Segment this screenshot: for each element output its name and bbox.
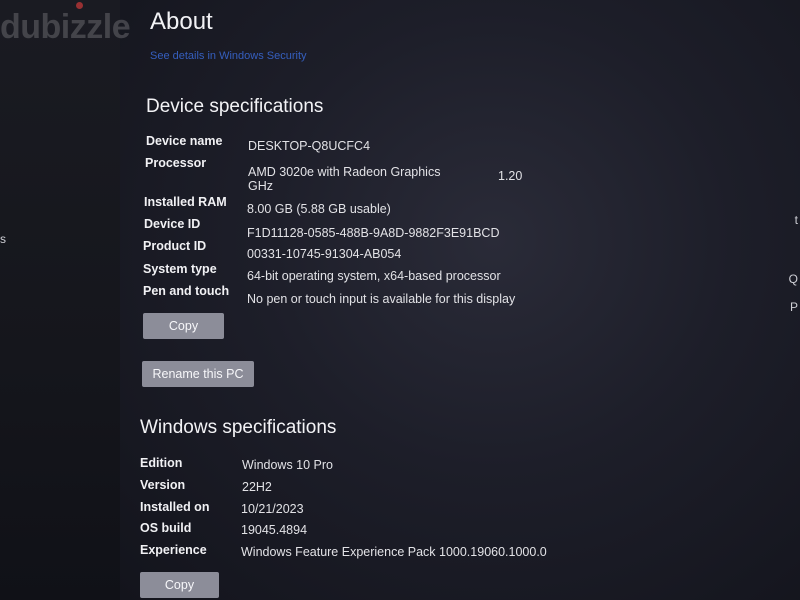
experience-label: Experience (140, 543, 207, 557)
right-edge-glyph: t (794, 213, 798, 227)
product-id-label: Product ID (143, 239, 207, 253)
copy-button-label: Copy (164, 578, 195, 592)
rename-button-label: Rename this PC (152, 367, 244, 381)
system-type-label: System type (143, 262, 217, 276)
watermark-pin-icon (76, 2, 83, 9)
installed-ram-value: 8.00 GB (5.88 GB usable) (247, 202, 391, 216)
right-edge-fragments: t Q P (782, 0, 800, 600)
windows-security-link[interactable]: See details in Windows Security (150, 50, 307, 62)
page-title: About (150, 8, 213, 35)
settings-nav-pane: s (0, 0, 120, 600)
dubizzle-watermark: dubizzle (0, 2, 131, 47)
device-name-value: DESKTOP-Q8UCFC4 (248, 139, 371, 153)
version-label: Version (140, 478, 186, 492)
pen-touch-label: Pen and touch (143, 284, 230, 298)
product-id-value: 00331-10745-91304-AB054 (247, 247, 402, 261)
version-value: 22H2 (242, 480, 272, 494)
processor-value: AMD 3020e with Radeon Graphics (248, 165, 441, 179)
copy-device-specs-button[interactable]: Copy (143, 313, 224, 339)
device-specs-heading: Device specifications (146, 96, 324, 117)
windows-specs-heading: Windows specifications (140, 417, 337, 438)
edition-label: Edition (140, 456, 183, 470)
system-type-value: 64-bit operating system, x64-based proce… (247, 269, 501, 283)
watermark-text: dubizzle (0, 8, 131, 46)
os-build-label: OS build (140, 521, 192, 535)
installed-on-label: Installed on (140, 500, 210, 514)
edition-value: Windows 10 Pro (242, 458, 334, 472)
os-build-value: 19045.4894 (241, 523, 308, 537)
copy-windows-specs-button[interactable]: Copy (140, 572, 219, 598)
right-edge-glyph: P (789, 300, 798, 314)
device-id-value: F1D11128-0585-488B-9A8D-9882F3E91BCD (247, 226, 500, 240)
installed-ram-label: Installed RAM (144, 195, 227, 209)
pen-touch-value: No pen or touch input is available for t… (247, 292, 516, 306)
processor-value-line2: GHz (248, 179, 273, 193)
rename-pc-button[interactable]: Rename this PC (142, 361, 254, 387)
processor-speed-value: 1.20 (498, 169, 523, 183)
right-edge-glyph: Q (788, 272, 798, 286)
device-id-label: Device ID (144, 217, 201, 231)
processor-label: Processor (145, 156, 207, 170)
experience-value: Windows Feature Experience Pack 1000.190… (241, 545, 547, 559)
nav-item-fragment[interactable]: s (0, 232, 6, 246)
copy-button-label: Copy (168, 319, 199, 333)
device-name-label: Device name (146, 134, 223, 148)
installed-on-value: 10/21/2023 (241, 502, 304, 516)
